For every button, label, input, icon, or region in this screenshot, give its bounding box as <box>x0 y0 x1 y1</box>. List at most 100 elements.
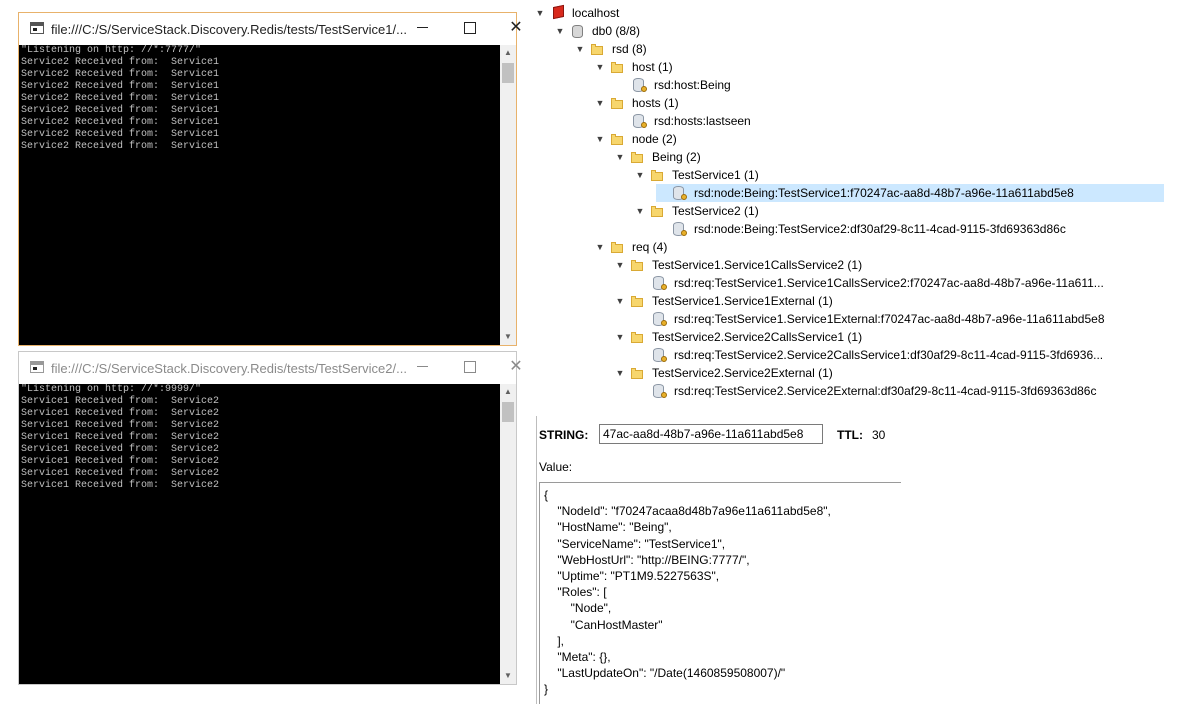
window-title: file:///C:/S/ServiceStack.Discovery.Redi… <box>51 22 407 37</box>
expand-toggle-icon[interactable]: ▼ <box>534 4 546 22</box>
tree-node-label: TestService2.Service2External (1) <box>652 366 833 380</box>
expand-toggle-icon[interactable]: ▼ <box>614 328 626 346</box>
console-line: Service2 Received from: Service1 <box>21 117 220 128</box>
expand-toggle-icon[interactable]: ▼ <box>594 58 606 76</box>
scroll-up-icon[interactable]: ▲ <box>500 45 516 61</box>
console-line: Service2 Received from: Service1 <box>21 57 220 68</box>
folder-icon <box>630 294 646 308</box>
console-line: Service1 Received from: Service2 <box>21 480 220 491</box>
key-icon <box>652 276 668 290</box>
tree-node-label: rsd:node:Being:TestService2:df30af29-8c1… <box>694 222 1066 236</box>
tree-node-label: TestService1 (1) <box>672 168 759 182</box>
console-line: Service1 Received from: Service2 <box>21 408 220 419</box>
expand-toggle-icon[interactable]: ▼ <box>614 148 626 166</box>
close-button[interactable]: ✕ <box>493 352 539 384</box>
key-icon <box>672 222 688 236</box>
expand-toggle-icon[interactable]: ▼ <box>634 166 646 184</box>
console-window-testservice2[interactable]: file:///C:/S/ServiceStack.Discovery.Redi… <box>18 351 523 685</box>
scroll-thumb[interactable] <box>502 402 514 422</box>
tree-node-label: req (4) <box>632 240 668 254</box>
scroll-down-icon[interactable]: ▼ <box>500 668 516 684</box>
key-name-field[interactable]: 47ac-aa8d-48b7-a96e-11a611abd5e8 <box>599 424 823 444</box>
tree-node-label: node (2) <box>632 132 677 146</box>
console-line: Service2 Received from: Service1 <box>21 93 220 104</box>
tree-node-label: rsd (8) <box>612 42 647 56</box>
tree-node[interactable]: rsd:node:Being:TestService1:f70247ac-aa8… <box>656 184 1164 202</box>
vertical-scrollbar[interactable]: ▲ ▼ <box>500 45 516 345</box>
folder-icon <box>590 42 606 56</box>
console-output: "Listening on http: //*:9999/" Service1 R… <box>19 384 500 684</box>
window-titlebar[interactable]: file:///C:/S/ServiceStack.Discovery.Redi… <box>19 352 523 384</box>
panel-divider[interactable] <box>536 416 537 704</box>
console-line: Service1 Received from: Service2 <box>21 456 220 467</box>
vertical-scrollbar[interactable]: ▲ ▼ <box>500 384 516 684</box>
tree-node-label: TestService2 (1) <box>672 204 759 218</box>
value-editor[interactable]: { "NodeId": "f70247acaa8d48b7a96e11a611a… <box>539 482 901 704</box>
tree-node-label: localhost <box>572 6 620 20</box>
console-line: Service2 Received from: Service1 <box>21 81 220 92</box>
tree-node-label: rsd:req:TestService1.Service1CallsServic… <box>674 276 1104 290</box>
maximize-icon <box>464 360 476 373</box>
tree-node-label: TestService2.Service2CallsService1 (1) <box>652 330 863 344</box>
folder-icon <box>650 168 666 182</box>
minimize-button[interactable] <box>399 352 445 384</box>
console-app-icon <box>30 22 44 34</box>
folder-icon <box>630 258 646 272</box>
console-line: Service2 Received from: Service1 <box>21 129 220 140</box>
key-icon <box>672 186 688 200</box>
expand-toggle-icon[interactable]: ▼ <box>634 202 646 220</box>
folder-icon <box>630 366 646 380</box>
minimize-icon <box>416 366 428 368</box>
tree-node-label: rsd:hosts:lastseen <box>654 114 751 128</box>
scroll-thumb[interactable] <box>502 63 514 83</box>
console-line: Service2 Received from: Service1 <box>21 105 220 116</box>
tree-node-label: TestService1.Service1CallsService2 (1) <box>652 258 863 272</box>
expand-toggle-icon[interactable]: ▼ <box>594 130 606 148</box>
expand-toggle-icon[interactable]: ▼ <box>594 238 606 256</box>
tree-node-label: db0 (8/8) <box>592 24 641 38</box>
window-titlebar[interactable]: file:///C:/S/ServiceStack.Discovery.Redi… <box>19 13 523 45</box>
tree-node-label: Being (2) <box>652 150 701 164</box>
maximize-button[interactable] <box>447 13 493 45</box>
expand-toggle-icon[interactable]: ▼ <box>614 364 626 382</box>
expand-toggle-icon[interactable]: ▼ <box>574 40 586 58</box>
maximize-icon <box>464 21 476 34</box>
close-button[interactable]: ✕ <box>493 13 539 45</box>
scroll-down-icon[interactable]: ▼ <box>500 329 516 345</box>
console-line: Service1 Received from: Service2 <box>21 420 220 431</box>
console-output: "Listening on http: //*:7777/" Service2 R… <box>19 45 500 345</box>
minimize-button[interactable] <box>399 13 445 45</box>
console-line: Service2 Received from: Service1 <box>21 141 220 152</box>
server-icon <box>550 4 566 20</box>
value-panel: STRING: 47ac-aa8d-48b7-a96e-11a611abd5e8… <box>536 416 1200 704</box>
console-line: Service1 Received from: Service2 <box>21 444 220 455</box>
console-line: Service1 Received from: Service2 <box>21 432 220 443</box>
expand-toggle-icon[interactable]: ▼ <box>614 256 626 274</box>
key-icon <box>652 312 668 326</box>
maximize-button[interactable] <box>447 352 493 384</box>
folder-icon <box>630 330 646 344</box>
console-line: Service1 Received from: Service2 <box>21 468 220 479</box>
tree-node-label: rsd:node:Being:TestService1:f70247ac-aa8… <box>694 186 1074 200</box>
tree-node-label: rsd:req:TestService1.Service1External:f7… <box>674 312 1105 326</box>
key-icon <box>652 384 668 398</box>
tree-node-label: rsd:host:Being <box>654 78 731 92</box>
key-icon <box>632 114 648 128</box>
ttl-label: TTL: <box>837 428 863 442</box>
tree-node-label: host (1) <box>632 60 673 74</box>
value-type-label: STRING: <box>539 428 589 442</box>
folder-icon <box>610 132 626 146</box>
close-icon: ✕ <box>509 358 523 375</box>
expand-toggle-icon[interactable]: ▼ <box>614 292 626 310</box>
console-app-icon <box>30 361 44 373</box>
window-title: file:///C:/S/ServiceStack.Discovery.Redi… <box>51 361 407 376</box>
expand-toggle-icon[interactable]: ▼ <box>594 94 606 112</box>
console-line: "Listening on http: //*:7777/" <box>21 45 202 56</box>
tree-node-label: rsd:req:TestService2.Service2External:df… <box>674 384 1097 398</box>
close-icon: ✕ <box>509 19 523 36</box>
folder-icon <box>610 96 626 110</box>
scroll-up-icon[interactable]: ▲ <box>500 384 516 400</box>
tree-node-label: hosts (1) <box>632 96 679 110</box>
expand-toggle-icon[interactable]: ▼ <box>554 22 566 40</box>
console-window-testservice1[interactable]: file:///C:/S/ServiceStack.Discovery.Redi… <box>18 12 523 346</box>
